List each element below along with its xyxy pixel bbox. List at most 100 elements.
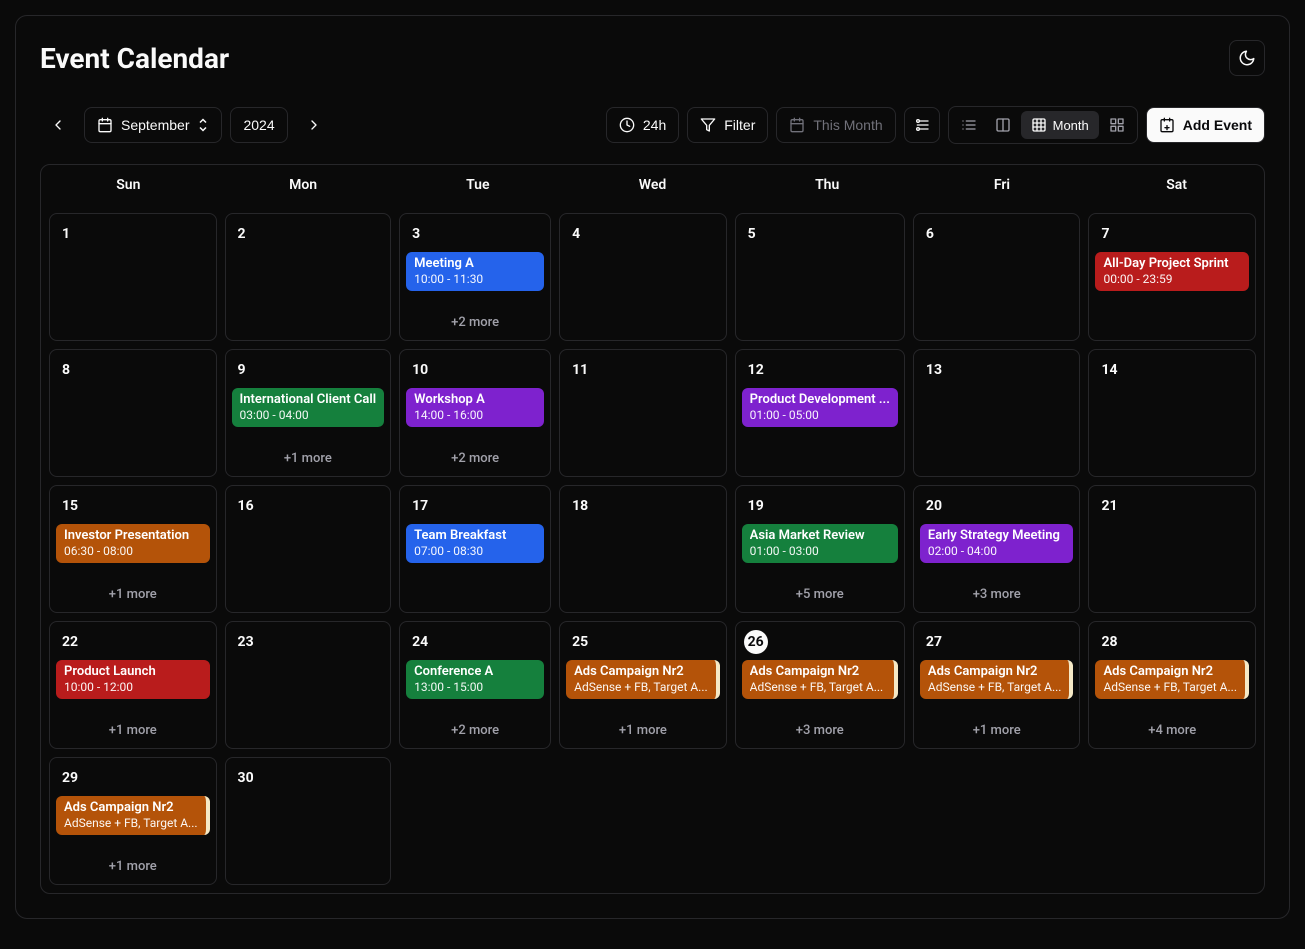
day-cell[interactable]: 28Ads Campaign Nr2AdSense + FB, Target A…: [1088, 621, 1256, 749]
month-grid: 123Meeting A10:00 - 11:30+2 more4567All-…: [41, 205, 1264, 893]
event-chip[interactable]: Ads Campaign Nr2AdSense + FB, Target A..…: [56, 796, 210, 835]
date-number: 14: [1095, 358, 1249, 382]
add-event-button[interactable]: Add Event: [1146, 107, 1265, 143]
date-number: 20: [920, 494, 1074, 518]
day-cell[interactable]: 10Workshop A14:00 - 16:00+2 more: [399, 349, 551, 477]
event-chip[interactable]: International Client Call03:00 - 04:00: [232, 388, 385, 427]
event-chip[interactable]: Meeting A10:00 - 11:30: [406, 252, 544, 291]
view-grid-button[interactable]: [1101, 111, 1133, 139]
event-chip[interactable]: Asia Market Review01:00 - 03:00: [742, 524, 898, 563]
more-events-button[interactable]: +1 more: [56, 583, 210, 606]
event-chip[interactable]: Product Launch10:00 - 12:00: [56, 660, 210, 699]
event-chip[interactable]: Team Breakfast07:00 - 08:30: [406, 524, 544, 563]
day-cell[interactable]: 19Asia Market Review01:00 - 03:00+5 more: [735, 485, 905, 613]
more-events-button[interactable]: +2 more: [406, 447, 544, 470]
more-events-button[interactable]: +1 more: [566, 719, 720, 742]
more-events-button[interactable]: +2 more: [406, 719, 544, 742]
date-number: 6: [920, 222, 1074, 246]
view-columns-button[interactable]: [987, 111, 1019, 139]
add-event-label: Add Event: [1183, 117, 1252, 133]
event-chip[interactable]: Ads Campaign Nr2AdSense + FB, Target A..…: [742, 660, 898, 699]
event-subtitle: 13:00 - 15:00: [414, 680, 536, 695]
day-cell[interactable]: 30: [225, 757, 392, 885]
chevron-left-icon: [50, 117, 66, 133]
day-cell[interactable]: 14: [1088, 349, 1256, 477]
more-events-button[interactable]: +5 more: [742, 583, 898, 606]
month-label: September: [121, 117, 189, 133]
empty-cell: [399, 757, 551, 885]
event-chip[interactable]: Investor Presentation06:30 - 08:00: [56, 524, 210, 563]
day-cell[interactable]: 21: [1088, 485, 1256, 613]
prev-month-button[interactable]: [40, 107, 76, 143]
day-cell[interactable]: 15Investor Presentation06:30 - 08:00+1 m…: [49, 485, 217, 613]
more-events-button[interactable]: +3 more: [920, 583, 1074, 606]
day-cell[interactable]: 3 Meeting A10:00 - 11:30 +2 more: [399, 213, 551, 341]
day-cell[interactable]: 16: [225, 485, 392, 613]
more-events-button[interactable]: +3 more: [742, 719, 898, 742]
more-events-button[interactable]: +2 more: [406, 311, 544, 334]
day-cell[interactable]: 18: [559, 485, 727, 613]
day-cell[interactable]: 24 Conference A13:00 - 15:00 +2 more: [399, 621, 551, 749]
this-month-button[interactable]: This Month: [776, 107, 895, 143]
event-title: Ads Campaign Nr2: [928, 664, 1062, 680]
event-title: Ads Campaign Nr2: [1103, 664, 1237, 680]
year-label: 2024: [243, 117, 274, 133]
date-number: 24: [406, 630, 544, 654]
event-chip[interactable]: Ads Campaign Nr2AdSense + FB, Target A..…: [1095, 660, 1249, 699]
day-cell[interactable]: 5: [735, 213, 905, 341]
event-chip[interactable]: Conference A13:00 - 15:00: [406, 660, 544, 699]
empty-cell: [735, 757, 905, 885]
event-chip[interactable]: Ads Campaign Nr2AdSense + FB, Target A..…: [920, 660, 1074, 699]
more-events-button[interactable]: +1 more: [920, 719, 1074, 742]
day-cell[interactable]: 22Product Launch10:00 - 12:00+1 more: [49, 621, 217, 749]
next-month-button[interactable]: [296, 107, 332, 143]
settings-button[interactable]: [904, 107, 940, 143]
event-chip[interactable]: Early Strategy Meeting02:00 - 04:00: [920, 524, 1074, 563]
view-month-button[interactable]: Month: [1021, 111, 1099, 139]
day-cell[interactable]: 9International Client Call03:00 - 04:00+…: [225, 349, 392, 477]
more-events-button[interactable]: +4 more: [1095, 719, 1249, 742]
chevron-right-icon: [306, 117, 322, 133]
event-title: Product Launch: [64, 664, 202, 680]
day-cell[interactable]: 11: [559, 349, 727, 477]
day-cell[interactable]: 17Team Breakfast07:00 - 08:30: [399, 485, 551, 613]
more-events-button[interactable]: +1 more: [56, 855, 210, 878]
day-cell[interactable]: 8: [49, 349, 217, 477]
event-title: Product Development ...: [750, 392, 890, 408]
event-chip[interactable]: Ads Campaign Nr2AdSense + FB, Target A..…: [566, 660, 720, 699]
day-cell[interactable]: 25Ads Campaign Nr2AdSense + FB, Target A…: [559, 621, 727, 749]
day-cell[interactable]: 6: [913, 213, 1081, 341]
day-cell[interactable]: 23: [225, 621, 392, 749]
event-title: Ads Campaign Nr2: [64, 800, 198, 816]
event-subtitle: AdSense + FB, Target A...: [1103, 680, 1237, 695]
calendar-icon: [97, 117, 113, 133]
day-cell[interactable]: 7 All-Day Project Sprint00:00 - 23:59: [1088, 213, 1256, 341]
day-cell[interactable]: 26Ads Campaign Nr2AdSense + FB, Target A…: [735, 621, 905, 749]
weekday-label: Sat: [1089, 165, 1264, 205]
date-number: 29: [56, 766, 210, 790]
date-number: 2: [232, 222, 385, 246]
filter-button[interactable]: Filter: [687, 107, 768, 143]
date-number: 7: [1095, 222, 1249, 246]
day-cell[interactable]: 20 Early Strategy Meeting02:00 - 04:00 +3 …: [913, 485, 1081, 613]
theme-toggle-button[interactable]: [1229, 40, 1265, 76]
event-subtitle: 07:00 - 08:30: [414, 544, 536, 559]
event-chip[interactable]: All-Day Project Sprint00:00 - 23:59: [1095, 252, 1249, 291]
date-number: 3: [406, 222, 544, 246]
event-chip[interactable]: Workshop A14:00 - 16:00: [406, 388, 544, 427]
day-cell[interactable]: 29 Ads Campaign Nr2AdSense + FB, Target A…: [49, 757, 217, 885]
day-cell[interactable]: 12Product Development ...01:00 - 05:00: [735, 349, 905, 477]
time-format-button[interactable]: 24h: [606, 107, 679, 143]
event-chip[interactable]: Product Development ...01:00 - 05:00: [742, 388, 898, 427]
more-events-button[interactable]: +1 more: [232, 447, 385, 470]
day-cell[interactable]: 4: [559, 213, 727, 341]
day-cell[interactable]: 1: [49, 213, 217, 341]
view-list-button[interactable]: [953, 111, 985, 139]
event-title: Ads Campaign Nr2: [574, 664, 708, 680]
day-cell[interactable]: 2: [225, 213, 392, 341]
year-select[interactable]: 2024: [230, 107, 287, 143]
day-cell[interactable]: 13: [913, 349, 1081, 477]
day-cell[interactable]: 27Ads Campaign Nr2AdSense + FB, Target A…: [913, 621, 1081, 749]
month-select[interactable]: September: [84, 107, 222, 143]
more-events-button[interactable]: +1 more: [56, 719, 210, 742]
